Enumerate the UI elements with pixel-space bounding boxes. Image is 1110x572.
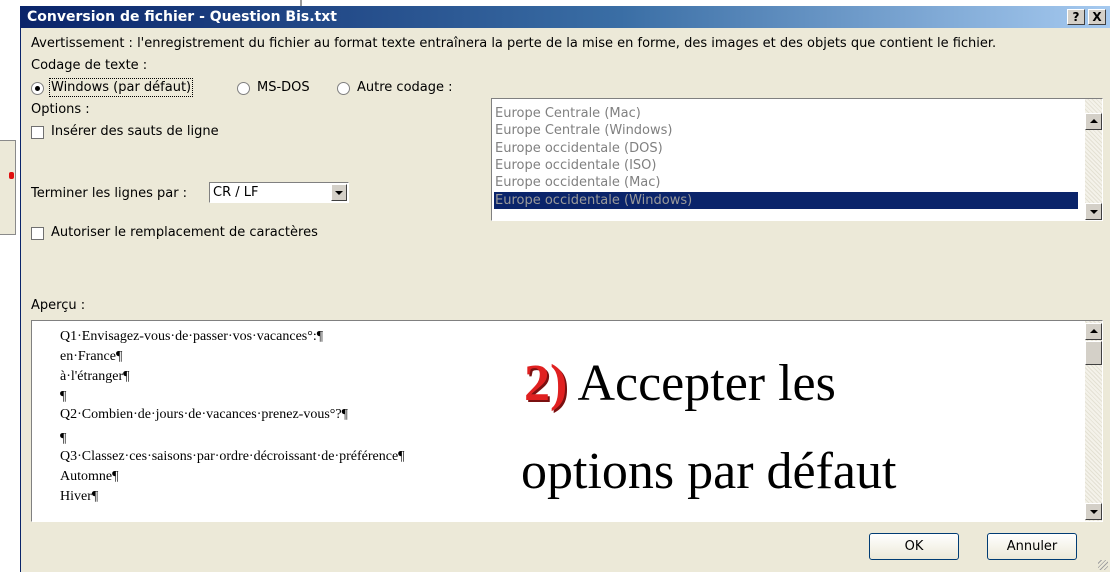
file-conversion-dialog: Conversion de fichier - Question Bis.txt… [20,6,1110,572]
resize-grip-icon[interactable] [1098,560,1108,570]
options-label: Options : [31,102,90,117]
preview-line: à·l'étranger¶ [60,369,130,384]
preview-label: Aperçu : [31,298,86,313]
preview-line: Q2·Combien·de·jours·de·vacances·prenez-v… [60,407,348,422]
insert-breaks-checkbox[interactable] [31,126,44,139]
encoding-list[interactable]: Europe Centrale (Mac) Europe Centrale (W… [491,98,1103,221]
title-bar[interactable]: Conversion de fichier - Question Bis.txt… [21,6,1110,28]
chevron-down-icon[interactable] [331,184,347,201]
annotation-number: 2) [524,355,568,412]
annotation-line-1: 2) Accepter les [524,358,836,410]
preview-line: Q1·Envisagez-vous·de·passer·vos·vacances… [60,329,324,344]
end-lines-value: CR / LF [213,185,259,200]
preview-scrollbar[interactable] [1085,321,1102,521]
preview-line: Q3·Classez·ces·saisons·par·ordre·décrois… [60,449,405,464]
annotation-text-1: Accepter les [577,355,836,412]
radio-msdos[interactable] [237,82,250,95]
close-button[interactable]: X [1088,9,1106,25]
allow-substitution-checkbox[interactable] [31,227,44,240]
radio-windows-label[interactable]: Windows (par défaut) [48,78,194,97]
preview-line: ¶ [60,389,67,404]
end-lines-label: Terminer les lignes par : [31,186,188,201]
annotation-text-2: options par défaut [521,443,897,500]
preview-line: Automne¶ [60,469,119,484]
scroll-down-icon[interactable] [1085,503,1102,520]
dialog-title: Conversion de fichier - Question Bis.txt [27,9,337,25]
encoding-list-scrollbar[interactable] [1085,99,1102,220]
preview-line: Hiver¶ [60,489,99,504]
radio-msdos-label[interactable]: MS-DOS [257,80,310,95]
end-lines-select[interactable]: CR / LF [209,182,349,203]
red-marker [9,172,14,179]
insert-breaks-label[interactable]: Insérer des sauts de ligne [51,124,219,139]
scroll-thumb[interactable] [1085,341,1102,365]
cancel-button[interactable]: Annuler [987,533,1077,560]
radio-selected-dot [35,86,40,91]
help-button[interactable]: ? [1067,9,1085,25]
radio-other-encoding[interactable] [337,82,350,95]
radio-other-encoding-label[interactable]: Autre codage : [357,80,453,95]
background-window-edge-left [0,140,16,235]
scroll-down-icon[interactable] [1085,203,1102,220]
preview-line: ¶ [60,431,67,446]
list-item[interactable]: Europe Centrale (Windows) [494,122,1078,139]
warning-text: Avertissement : l'enregistrement du fich… [31,36,997,51]
list-item[interactable]: Europe Centrale (Mac) [494,105,1078,122]
list-item-selected[interactable]: Europe occidentale (Windows) [494,192,1078,209]
scroll-up-icon[interactable] [1085,323,1102,340]
scroll-up-icon[interactable] [1085,113,1102,130]
list-item[interactable]: Europe occidentale (ISO) [494,157,1078,174]
preview-line: en·France¶ [60,349,123,364]
encoding-label: Codage de texte : [31,58,148,73]
radio-windows[interactable] [31,82,44,95]
ok-button[interactable]: OK [869,533,959,560]
allow-substitution-label[interactable]: Autoriser le remplacement de caractères [51,225,318,240]
list-item[interactable]: Europe occidentale (Mac) [494,174,1078,191]
list-item[interactable]: Europe occidentale (DOS) [494,140,1078,157]
